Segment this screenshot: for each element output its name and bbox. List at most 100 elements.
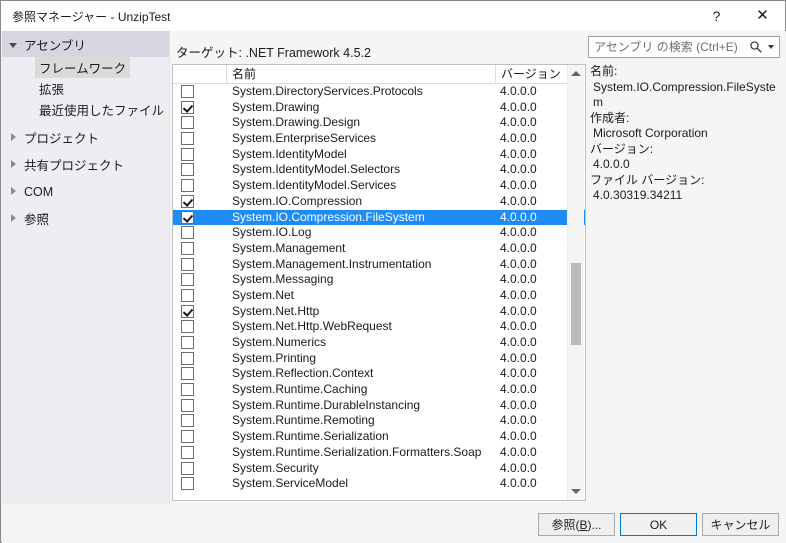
ok-button[interactable]: OK <box>620 513 697 536</box>
checkbox-unchecked-icon[interactable] <box>181 241 194 255</box>
row-checkbox[interactable] <box>181 477 194 491</box>
row-checkbox[interactable] <box>181 179 194 193</box>
table-row[interactable]: System.Net.Http 4.0.0.0 <box>173 304 585 320</box>
row-checkbox[interactable] <box>181 367 194 381</box>
checkbox-checked-icon[interactable] <box>181 194 194 208</box>
checkbox-unchecked-icon[interactable] <box>181 226 194 240</box>
checkbox-unchecked-icon[interactable] <box>181 461 194 475</box>
sidebar-item-extensions[interactable]: 拡張 <box>2 78 169 99</box>
table-row[interactable]: System.Reflection.Context 4.0.0.0 <box>173 366 585 382</box>
row-checkbox[interactable] <box>181 147 194 161</box>
row-checkbox[interactable] <box>181 351 194 365</box>
checkbox-unchecked-icon[interactable] <box>181 85 194 98</box>
checkbox-unchecked-icon[interactable] <box>181 414 194 428</box>
row-checkbox[interactable] <box>181 163 194 177</box>
sidebar-item-browse[interactable]: 参照 <box>2 208 169 229</box>
checkbox-checked-icon[interactable] <box>181 304 194 318</box>
help-button[interactable]: ? <box>694 1 739 30</box>
sidebar-item-assembly[interactable]: アセンブリ <box>2 31 169 57</box>
row-checkbox[interactable] <box>181 398 194 412</box>
sidebar-item-shared-projects[interactable]: 共有プロジェクト <box>2 154 169 175</box>
table-row[interactable]: System.Net 4.0.0.0 <box>173 288 585 304</box>
table-row[interactable]: System.DirectoryServices.Protocols 4.0.0.… <box>173 84 585 100</box>
table-row[interactable]: System.EnterpriseServices 4.0.0.0 <box>173 131 585 147</box>
checkbox-unchecked-icon[interactable] <box>181 163 194 177</box>
table-row[interactable]: System.Printing 4.0.0.0 <box>173 351 585 367</box>
row-checkbox[interactable] <box>181 461 194 475</box>
list-scrollbar[interactable] <box>567 65 584 500</box>
row-checkbox[interactable] <box>181 445 194 459</box>
sidebar-item-projects[interactable]: プロジェクト <box>2 127 169 148</box>
table-row[interactable]: System.Net.Http.WebRequest 4.0.0.0 <box>173 319 585 335</box>
row-checkbox[interactable] <box>181 304 194 318</box>
column-header-check[interactable] <box>173 65 227 83</box>
row-checkbox[interactable] <box>181 210 194 224</box>
row-checkbox[interactable] <box>181 194 194 208</box>
checkbox-unchecked-icon[interactable] <box>181 477 194 491</box>
checkbox-unchecked-icon[interactable] <box>181 398 194 412</box>
search-input[interactable] <box>589 37 739 57</box>
table-row[interactable]: System.Security 4.0.0.0 <box>173 461 585 477</box>
table-row[interactable]: System.IO.Log 4.0.0.0 <box>173 225 585 241</box>
table-row[interactable]: System.IdentityModel.Services 4.0.0.0 <box>173 178 585 194</box>
table-row[interactable]: System.Management.Instrumentation 4.0.0.0 <box>173 257 585 273</box>
column-header-name[interactable]: 名前 <box>227 65 496 83</box>
sidebar-item-recent[interactable]: 最近使用したファイル <box>2 99 169 120</box>
table-row[interactable]: System.IdentityModel 4.0.0.0 <box>173 147 585 163</box>
checkbox-unchecked-icon[interactable] <box>181 257 194 271</box>
row-checkbox[interactable] <box>181 85 194 98</box>
checkbox-unchecked-icon[interactable] <box>181 288 194 302</box>
table-row[interactable]: System.Management 4.0.0.0 <box>173 241 585 257</box>
row-checkbox[interactable] <box>181 257 194 271</box>
checkbox-unchecked-icon[interactable] <box>181 273 194 287</box>
table-row[interactable]: System.Runtime.Caching 4.0.0.0 <box>173 382 585 398</box>
row-checkbox[interactable] <box>181 116 194 130</box>
row-checkbox[interactable] <box>181 320 194 334</box>
sidebar-item-framework[interactable]: フレームワーク <box>2 57 169 78</box>
table-row[interactable]: System.Drawing.Design 4.0.0.0 <box>173 115 585 131</box>
row-checkbox[interactable] <box>181 241 194 255</box>
browse-button[interactable]: 参照(B)... <box>538 513 615 536</box>
checkbox-unchecked-icon[interactable] <box>181 132 194 146</box>
table-row[interactable]: System.IO.Compression 4.0.0.0 <box>173 194 585 210</box>
row-checkbox[interactable] <box>181 100 194 114</box>
checkbox-unchecked-icon[interactable] <box>181 383 194 397</box>
scrollbar-thumb[interactable] <box>571 263 581 345</box>
sidebar-item-com[interactable]: COM <box>2 181 169 202</box>
checkbox-unchecked-icon[interactable] <box>181 351 194 365</box>
checkbox-unchecked-icon[interactable] <box>181 116 194 130</box>
row-checkbox[interactable] <box>181 414 194 428</box>
row-checkbox[interactable] <box>181 336 194 349</box>
scroll-down-button[interactable] <box>568 483 584 500</box>
checkbox-unchecked-icon[interactable] <box>181 320 194 334</box>
row-checkbox[interactable] <box>181 288 194 302</box>
row-checkbox[interactable] <box>181 430 194 444</box>
checkbox-unchecked-icon[interactable] <box>181 179 194 193</box>
checkbox-unchecked-icon[interactable] <box>181 430 194 444</box>
checkbox-unchecked-icon[interactable] <box>181 367 194 381</box>
close-button[interactable]: ✕ <box>740 1 785 30</box>
checkbox-unchecked-icon[interactable] <box>181 445 194 459</box>
checkbox-checked-icon[interactable] <box>181 210 194 224</box>
checkbox-checked-icon[interactable] <box>181 100 194 114</box>
table-row[interactable]: System.Numerics 4.0.0.0 <box>173 335 585 351</box>
row-checkbox[interactable] <box>181 132 194 146</box>
table-row[interactable]: System.Runtime.DurableInstancing 4.0.0.0 <box>173 398 585 414</box>
row-checkbox[interactable] <box>181 383 194 397</box>
row-checkbox[interactable] <box>181 273 194 287</box>
cancel-button[interactable]: キャンセル <box>702 513 779 536</box>
table-row[interactable]: System.ServiceModel 4.0.0.0 <box>173 476 585 492</box>
search-box[interactable] <box>588 36 780 58</box>
scroll-up-button[interactable] <box>568 65 584 82</box>
assembly-list[interactable]: 名前 バージョン System.DirectoryServices.Protoc… <box>172 64 586 501</box>
table-row[interactable]: System.IdentityModel.Selectors 4.0.0.0 <box>173 162 585 178</box>
row-checkbox[interactable] <box>181 226 194 240</box>
table-row[interactable]: System.Runtime.Serialization.Formatters.… <box>173 445 585 461</box>
table-row[interactable]: System.IO.Compression.FileSystem 4.0.0.0 <box>173 209 585 226</box>
checkbox-unchecked-icon[interactable] <box>181 147 194 161</box>
chevron-down-icon[interactable] <box>768 45 774 49</box>
table-row[interactable]: System.Runtime.Remoting 4.0.0.0 <box>173 413 585 429</box>
table-row[interactable]: System.Messaging 4.0.0.0 <box>173 272 585 288</box>
checkbox-unchecked-icon[interactable] <box>181 336 194 349</box>
table-row[interactable]: System.Drawing 4.0.0.0 <box>173 100 585 116</box>
